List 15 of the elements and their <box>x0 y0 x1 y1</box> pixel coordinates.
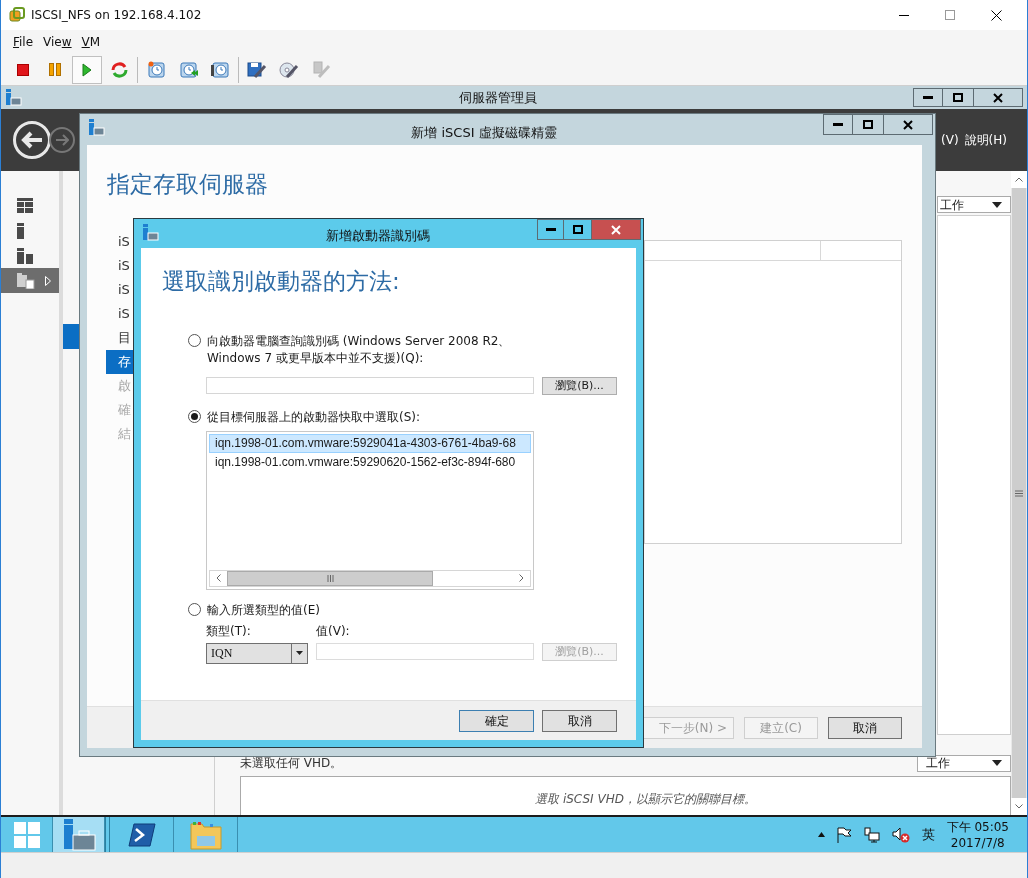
page-heading: 指定存取伺服器 <box>106 170 269 199</box>
option-label: 從目標伺服器上的啟動器快取中選取(S): <box>207 408 421 426</box>
clock-date: 2017/7/8 <box>950 834 1005 851</box>
type-label: 類型(T): <box>206 622 252 640</box>
option-label: 輸入所選類型的值(E) <box>207 601 320 619</box>
empty-hint: 選取 iSCSI VHD，以顯示它的關聯目標。 <box>534 791 756 808</box>
clock-time: 下午 05:05 <box>946 818 1009 835</box>
window-title: ISCSI_NFS on 192.168.4.102 <box>31 7 202 24</box>
dialog-heading: 選取識別啟動器的方法: <box>161 267 401 296</box>
window-title: 新增 iSCSI 虛擬磁碟精靈 <box>410 124 558 142</box>
vhd-status-text: 未選取任何 VHD。 <box>240 755 343 772</box>
window-title: 新增啟動器識別碼 <box>325 227 431 245</box>
value-label: 值(V): <box>316 622 350 640</box>
window-title: 伺服器管理員 <box>457 88 538 107</box>
option-label: 向啟動器電腦查詢識別碼 (Windows Server 2008 R2、 Windows 7 或更早版本中並不支援)(Q): <box>207 332 512 367</box>
